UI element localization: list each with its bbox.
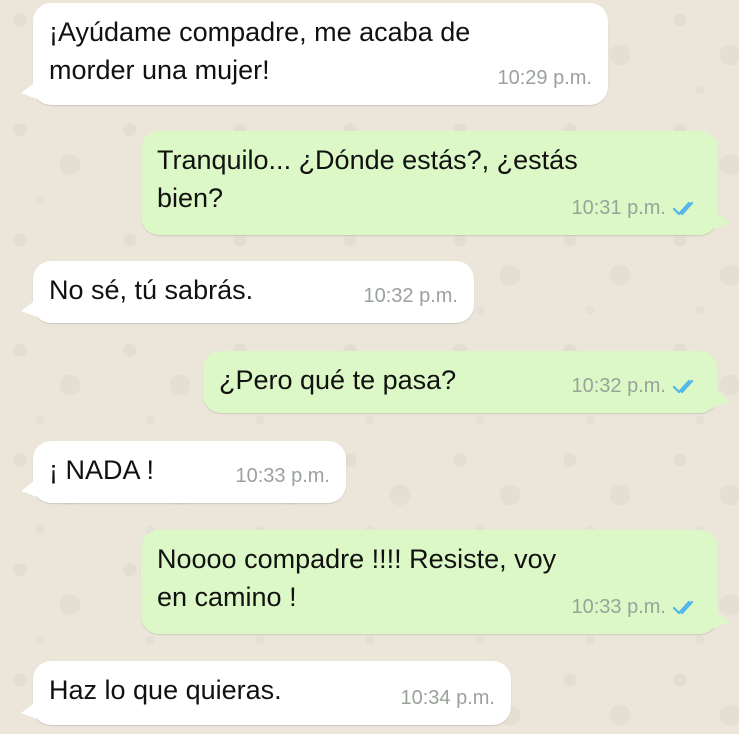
message-meta: 10:32 p.m. — [571, 367, 702, 405]
message-outgoing[interactable]: Tranquilo... ¿Dónde estás?, ¿estás bien?… — [141, 131, 730, 235]
message-time: 10:32 p.m. — [363, 285, 458, 307]
message-meta: 10:33 p.m. — [571, 588, 702, 626]
message-incoming[interactable]: Haz lo que quieras. 10:34 p.m. — [21, 661, 511, 725]
message-meta: 10:31 p.m. — [571, 189, 702, 227]
message-meta: 10:29 p.m. — [497, 59, 592, 97]
read-receipt-icon — [672, 201, 694, 216]
message-text: No sé, tú sabrás. — [49, 275, 254, 305]
message-incoming[interactable]: No sé, tú sabrás. 10:32 p.m. — [21, 261, 474, 323]
message-meta: 10:32 p.m. — [363, 277, 458, 315]
message-text: Noooo compadre !!!! Resiste, voy en cami… — [157, 544, 557, 612]
chat-thread[interactable]: ¡Ayúdame compadre, me acaba de morder un… — [0, 0, 739, 734]
message-incoming[interactable]: ¡ NADA ! 10:33 p.m. — [21, 441, 346, 503]
message-time: 10:33 p.m. — [571, 596, 666, 618]
message-incoming[interactable]: ¡Ayúdame compadre, me acaba de morder un… — [21, 3, 608, 105]
message-text: ¿Pero qué te pasa? — [219, 365, 457, 395]
message-time: 10:31 p.m. — [571, 197, 666, 219]
message-meta: 10:33 p.m. — [235, 457, 330, 495]
message-time: 10:33 p.m. — [235, 465, 330, 487]
read-receipt-icon — [672, 379, 694, 394]
message-text: ¡ NADA ! — [49, 455, 155, 485]
message-text: ¡Ayúdame compadre, me acaba de morder un… — [49, 17, 471, 85]
message-outgoing[interactable]: ¿Pero qué te pasa? 10:32 p.m. — [203, 351, 730, 413]
message-meta: 10:34 p.m. — [400, 679, 495, 717]
message-time: 10:34 p.m. — [400, 687, 495, 709]
message-time: 10:29 p.m. — [497, 67, 592, 89]
message-text: Haz lo que quieras. — [49, 675, 282, 705]
message-text: Tranquilo... ¿Dónde estás?, ¿estás bien? — [157, 145, 578, 213]
message-time: 10:32 p.m. — [571, 375, 666, 397]
read-receipt-icon — [672, 600, 694, 615]
message-outgoing[interactable]: Noooo compadre !!!! Resiste, voy en cami… — [141, 530, 730, 634]
